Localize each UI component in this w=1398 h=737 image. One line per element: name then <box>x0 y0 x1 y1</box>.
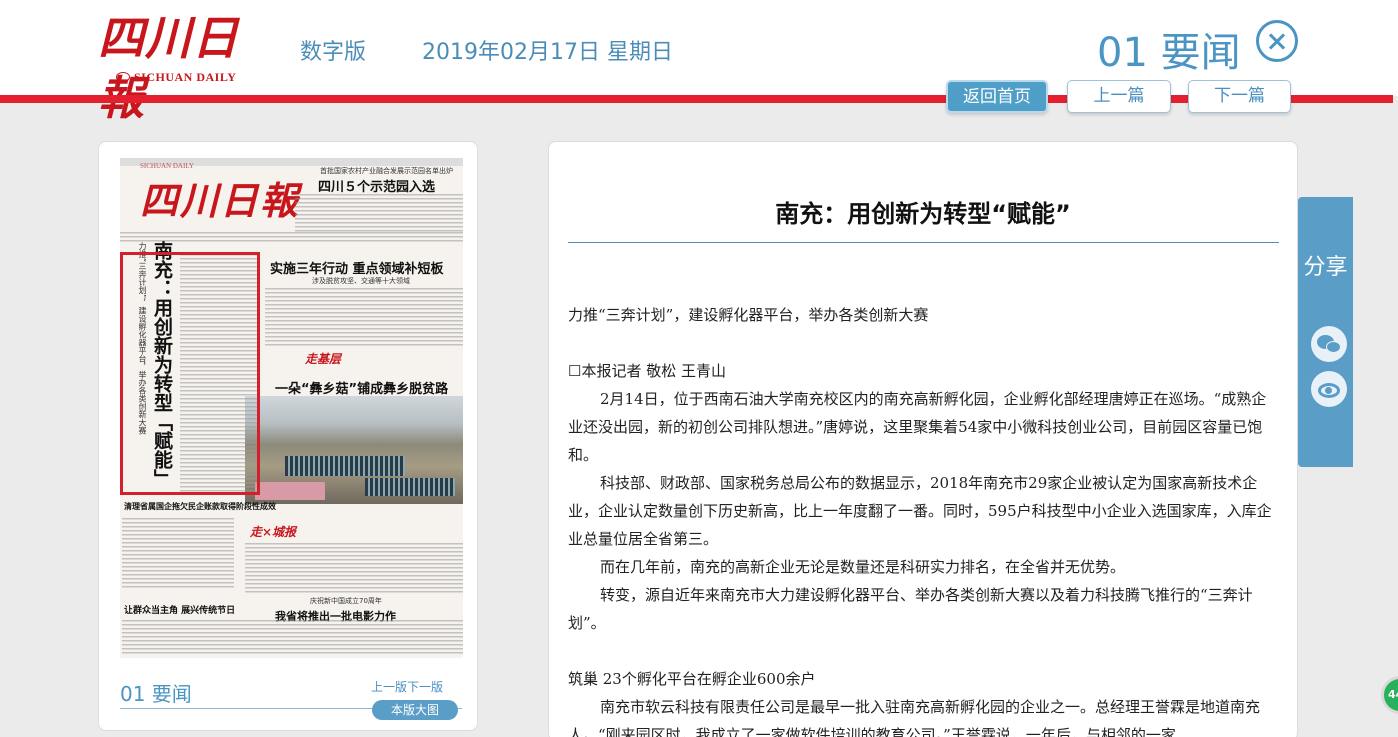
thumb-top-right-small: 首批国家农村产业融合发展示范园名单出炉 <box>320 167 453 175</box>
weibo-icon[interactable] <box>1311 371 1347 407</box>
article-paragraph: 2月14日，位于西南石油大学南充校区内的南充高新孵化园，企业孵化部经理唐婷正在巡… <box>568 390 1267 464</box>
article-title: 南充：用创新为转型“赋能” <box>775 200 1071 228</box>
logo-text-en: SICHUAN DAILY <box>116 70 236 85</box>
sichuan-daily-logo[interactable]: 四川日報 SICHUAN DAILY <box>98 8 268 125</box>
share-label: 分享 <box>1303 255 1348 280</box>
newspaper-page-thumbnail[interactable]: SICHUAN DAILY 四川日報 首批国家农村产业融合发展示范园名单出炉 四… <box>120 158 463 658</box>
article-subtitle: 力推“三奔计划”，建设孵化器平台，举办各类创新大赛 <box>568 306 929 324</box>
thumb-feature-photo <box>245 396 463 504</box>
thumb-text-block <box>265 288 463 348</box>
article-panel: 南充：用创新为转型“赋能” 力推“三奔计划”，建设孵化器平台，举办各类创新大赛 … <box>548 141 1298 737</box>
thumb-masthead: 四川日報 <box>140 178 301 223</box>
thumb-page-name: 01 要闻 <box>120 682 192 706</box>
logo-text-cn: 四川日報 <box>98 11 239 125</box>
title-divider <box>568 242 1279 243</box>
thumb-photo-greenhouses <box>365 478 455 496</box>
thumb-mid-logo: 走×城报 <box>250 525 297 539</box>
floating-counter-badge[interactable]: 44 <box>1381 676 1398 714</box>
thumb-feature-headline: 一朵“彝乡菇”铺成彝乡脱贫路 <box>275 382 449 397</box>
thumb-headline-2-sub: 涉及脱贫攻坚、交通等十大领域 <box>312 277 410 285</box>
thumb-photo-greenhouses <box>285 456 405 476</box>
article-body: 力推“三奔计划”，建设孵化器平台，举办各类创新大赛 ☐本报记者 敬松 王青山 2… <box>568 301 1279 737</box>
article-paragraph: 而在几年前，南充的高新企业无论是数量还是科研实力排名，在全省并无优势。 <box>600 558 1126 576</box>
article-paragraph: 转变，源自近年来南充市大力建设孵化器平台、举办各类创新大赛以及着力科技腾飞推行的… <box>568 586 1253 632</box>
thumb-feature-tag: 走基层 <box>305 352 342 366</box>
close-icon[interactable] <box>1256 20 1298 62</box>
wechat-bubble-shape <box>1326 341 1341 353</box>
thumb-left-headline: 清理省属国企拖欠民企账款取得阶段性成效 <box>124 502 276 511</box>
back-home-button[interactable]: 返回首页 <box>946 80 1048 113</box>
thumb-photo-buildings <box>255 482 325 500</box>
share-sidebar: 分享 <box>1298 197 1353 467</box>
thumb-masthead-en: SICHUAN DAILY <box>140 162 194 170</box>
header-divider <box>0 95 1393 103</box>
page-name-title: 01 要闻 <box>1097 30 1241 76</box>
weibo-eye-shape <box>1325 387 1332 394</box>
thumb-text-block <box>122 620 463 656</box>
edition-label: 数字版 <box>300 40 367 65</box>
thumb-text-block <box>122 518 234 588</box>
wechat-icon[interactable] <box>1311 326 1347 362</box>
page-thumbnail-panel: SICHUAN DAILY 四川日報 首批国家农村产业融合发展示范园名单出炉 四… <box>98 141 478 731</box>
thumb-text-block <box>245 543 463 593</box>
page-full-image-button[interactable]: 本版大图 <box>372 700 458 720</box>
issue-date: 2019年02月17日 星期日 <box>422 40 673 65</box>
logo-en-label: SICHUAN DAILY <box>134 70 237 84</box>
article-section-heading: 筑巢 23个孵化平台在孵企业600余户 <box>568 670 816 688</box>
thumb-text-block <box>295 194 463 232</box>
prev-next-page-links[interactable]: 上一版下一版 <box>371 678 443 695</box>
previous-article-button[interactable]: 上一篇 <box>1067 80 1171 113</box>
logo-mark-icon <box>116 72 130 82</box>
thumb-headline-2: 实施三年行动 重点领域补短板 <box>270 262 444 277</box>
thumb-bottom-left-headline: 让群众当主角 展兴传统节日 <box>124 606 236 616</box>
thumb-bottom-right-small: 庆祝新中国成立70周年 <box>310 597 382 605</box>
article-paragraph: 南充市软云科技有限责任公司是最早一批入驻南充高新孵化园的企业之一。总经理王誉霖是… <box>568 698 1261 737</box>
next-article-button[interactable]: 下一篇 <box>1188 80 1291 113</box>
article-paragraph: 科技部、财政部、国家税务总局公布的数据显示，2018年南充市29家企业被认定为国… <box>568 474 1272 548</box>
article-byline: ☐本报记者 敬松 王青山 <box>568 362 726 380</box>
current-article-highlight[interactable] <box>120 252 260 495</box>
thumb-top-right-headline: 四川５个示范园入选 <box>318 180 436 195</box>
